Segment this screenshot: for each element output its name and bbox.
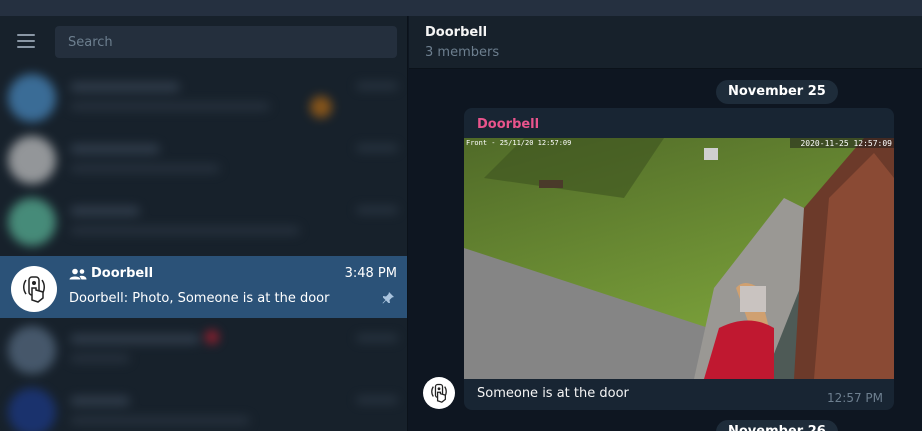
message-caption: Someone is at the door	[477, 386, 629, 401]
chat-list-item[interactable]	[0, 380, 407, 431]
chat-panel: Doorbell 3 members November 25 Doorbell	[409, 16, 922, 431]
sidebar-header	[0, 16, 407, 66]
chat-list-item[interactable]	[0, 190, 407, 252]
photo-overlay-right: 2020-11-25 12:57:09	[800, 139, 892, 148]
search-input[interactable]	[55, 26, 397, 58]
pin-icon	[382, 292, 394, 304]
message-time: 12:57 PM	[827, 391, 883, 405]
photo-overlay-left: Front - 25/11/20 12:57:09	[466, 139, 571, 147]
chat-members: 3 members	[425, 45, 500, 60]
chat-preview: Doorbell: Photo, Someone is at the door	[69, 291, 330, 306]
doorbell-photo[interactable]: Front - 25/11/20 12:57:09 2020-11-25 12:…	[464, 138, 894, 379]
group-icon	[69, 268, 87, 280]
menu-icon[interactable]	[17, 34, 37, 50]
sender-avatar[interactable]	[423, 377, 455, 409]
chat-list-item-doorbell[interactable]: Doorbell 3:48 PM Doorbell: Photo, Someon…	[0, 256, 407, 318]
doorbell-icon	[431, 383, 447, 403]
doorbell-avatar	[11, 266, 57, 312]
message-sender[interactable]: Doorbell	[477, 117, 539, 132]
chat-list-item[interactable]	[0, 128, 407, 190]
chat-list-item[interactable]	[0, 318, 407, 380]
doorbell-icon	[23, 276, 45, 303]
chat-title: Doorbell	[425, 25, 488, 40]
date-separator: November 25	[716, 80, 838, 104]
date-separator: November 26	[716, 420, 838, 431]
message-bubble[interactable]: Doorbell Front - 25/11/20 12:57:09 2020-…	[464, 108, 894, 410]
chat-header[interactable]: Doorbell 3 members	[409, 16, 922, 69]
chat-list-item[interactable]	[0, 66, 407, 128]
chat-name: Doorbell	[91, 266, 154, 281]
chat-time: 3:48 PM	[344, 266, 397, 281]
chat-list-sidebar: Doorbell 3:48 PM Doorbell: Photo, Someon…	[0, 16, 408, 431]
title-bar	[0, 0, 922, 16]
